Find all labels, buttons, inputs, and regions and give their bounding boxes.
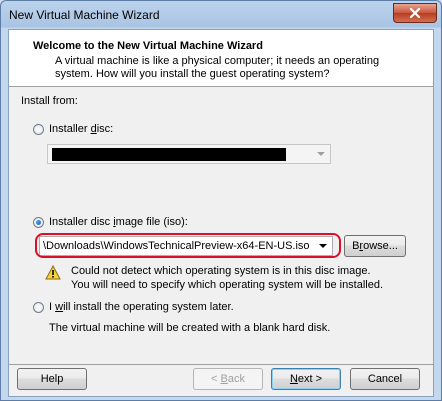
installer-disc-dropdown[interactable] [47, 144, 331, 164]
install-later-radio[interactable] [33, 302, 44, 313]
wizard-header: Welcome to the New Virtual Machine Wizar… [9, 30, 433, 87]
next-button[interactable]: Next > [271, 368, 341, 390]
installer-iso-radio[interactable] [33, 217, 44, 228]
install-from-label: Install from: [21, 95, 78, 107]
blank-disk-note: The virtual machine will be created with… [49, 322, 331, 334]
header-description: A virtual machine is like a physical com… [55, 55, 380, 80]
browse-button[interactable]: Browse... [344, 235, 406, 257]
installer-iso-label[interactable]: Installer disc image file (iso): [49, 216, 188, 228]
cancel-button[interactable]: Cancel [350, 368, 420, 390]
close-icon [409, 8, 421, 18]
wizard-window: New Virtual Machine Wizard Welcome to th… [0, 0, 442, 401]
footer-divider [9, 364, 433, 365]
header-title: Welcome to the New Virtual Machine Wizar… [33, 40, 263, 52]
wizard-body: Welcome to the New Virtual Machine Wizar… [8, 29, 434, 397]
chevron-down-icon [317, 152, 325, 156]
back-button[interactable]: < Back [193, 368, 263, 390]
window-title: New Virtual Machine Wizard [9, 8, 160, 22]
title-bar[interactable]: New Virtual Machine Wizard [1, 1, 441, 28]
install-later-label[interactable]: I will install the operating system late… [49, 301, 234, 313]
red-highlight-annotation [35, 233, 341, 258]
installer-disc-label[interactable]: Installer disc: [49, 123, 113, 135]
warning-message: Could not detect which operating system … [71, 265, 384, 291]
installer-disc-radio[interactable] [33, 124, 44, 135]
close-button[interactable] [393, 3, 437, 23]
help-button[interactable]: Help [17, 368, 87, 390]
redacted-disc-value [52, 148, 286, 161]
warning-icon [45, 264, 61, 283]
